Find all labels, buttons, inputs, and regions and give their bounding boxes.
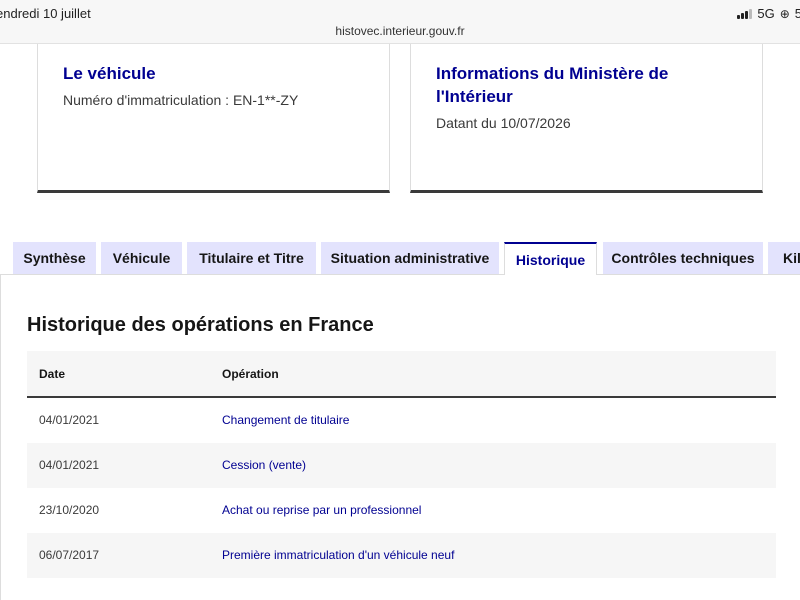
status-indicators: 5G ⊕ 5	[737, 6, 800, 21]
ministry-card: Informations du Ministère de l'Intérieur…	[410, 44, 763, 193]
tab-bar: Synthèse Véhicule Titulaire et Titre Sit…	[0, 242, 800, 276]
row-operation: Première immatriculation d'un véhicule n…	[222, 548, 455, 562]
signal-icon	[737, 8, 753, 19]
data-date: Datant du 10/07/2026	[436, 115, 571, 131]
table-row: 06/07/2017 Première immatriculation d'un…	[27, 533, 776, 578]
tab-synthese[interactable]: Synthèse	[13, 242, 96, 274]
row-operation: Cession (vente)	[222, 458, 307, 472]
battery-label: 5	[794, 6, 800, 21]
history-table: Date Opération 04/01/2021 Changement de …	[27, 351, 776, 578]
vehicle-card: Le véhicule Numéro d'immatriculation : E…	[37, 44, 390, 193]
row-date: 23/10/2020	[39, 503, 100, 517]
ministry-card-title: Informations du Ministère de l'Intérieur	[436, 64, 669, 106]
row-operation: Changement de titulaire	[222, 413, 350, 427]
vehicle-card-title: Le véhicule	[63, 64, 156, 83]
page-title: Historique des opérations en France	[27, 314, 374, 336]
address-bar[interactable]: histovec.interieur.gouv.fr	[0, 22, 800, 44]
tab-historique[interactable]: Historique	[504, 242, 597, 276]
tab-kilometrage[interactable]: Kil	[768, 242, 800, 274]
tab-vehicule[interactable]: Véhicule	[101, 242, 182, 274]
table-row: 04/01/2021 Cession (vente)	[27, 443, 776, 488]
tab-titulaire[interactable]: Titulaire et Titre	[187, 242, 316, 274]
history-panel: Historique des opérations en France Date…	[0, 275, 800, 600]
rotation-lock-icon: ⊕	[779, 6, 790, 21]
registration-number: Numéro d'immatriculation : EN-1**-ZY	[63, 92, 299, 108]
network-label: 5G	[757, 6, 775, 21]
column-header-date: Date	[39, 367, 66, 381]
table-header: Date Opération	[27, 351, 776, 398]
row-date: 04/01/2021	[39, 413, 100, 427]
tab-situation-administrative[interactable]: Situation administrative	[321, 242, 499, 274]
status-date: endredi 10 juillet	[0, 6, 91, 21]
row-date: 04/01/2021	[39, 458, 100, 472]
table-row: 04/01/2021 Changement de titulaire	[27, 398, 776, 443]
column-header-operation: Opération	[222, 367, 279, 381]
table-row: 23/10/2020 Achat ou reprise par un profe…	[27, 488, 776, 533]
row-operation: Achat ou reprise par un professionnel	[222, 503, 422, 517]
tab-controles-techniques[interactable]: Contrôles techniques	[603, 242, 763, 274]
row-date: 06/07/2017	[39, 548, 100, 562]
url-text: histovec.interieur.gouv.fr	[335, 24, 465, 38]
